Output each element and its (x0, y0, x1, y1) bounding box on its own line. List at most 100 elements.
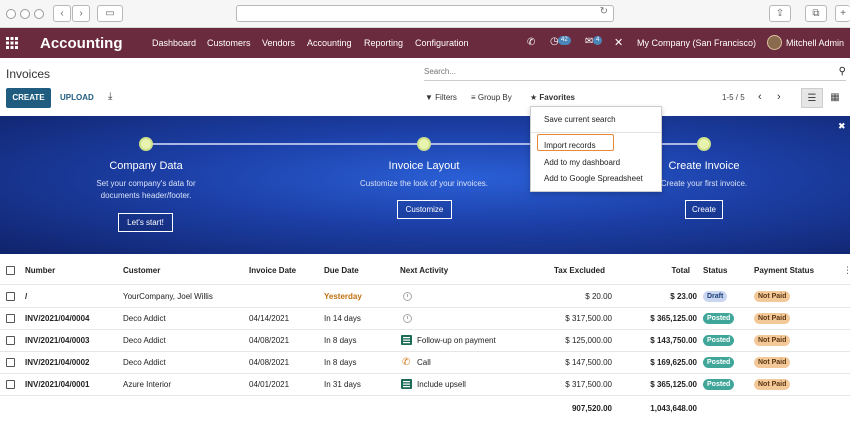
menu-configuration[interactable]: Configuration (415, 38, 469, 48)
browser-chrome: ‹ › ▭ ↻ ⇪ ⧉ + (0, 0, 850, 28)
cell-total: $ 365,125.00 (650, 314, 697, 323)
new-tab-icon[interactable]: + (835, 5, 850, 22)
status-badge: Posted (703, 335, 735, 346)
cell-due-date: Yesterday (324, 292, 362, 301)
kanban-view-icon[interactable]: ▦ (824, 88, 846, 108)
list-icon[interactable] (401, 335, 412, 345)
col-status[interactable]: Status (703, 266, 727, 275)
cell-number[interactable]: / (25, 292, 27, 301)
row-checkbox[interactable] (6, 314, 15, 323)
banner-close-icon[interactable]: ✖ (838, 121, 846, 132)
favorites-dropdown: Save current search Import records Add t… (530, 106, 662, 192)
total-amount: 1,043,648.00 (650, 404, 697, 413)
row-checkbox[interactable] (6, 358, 15, 367)
menu-accounting[interactable]: Accounting (307, 38, 352, 48)
col-due-date[interactable]: Due Date (324, 266, 359, 275)
search-bar: ⚲ (424, 64, 846, 81)
search-icon[interactable]: ⚲ (839, 66, 846, 77)
menu-reporting[interactable]: Reporting (364, 38, 403, 48)
col-total[interactable]: Total (600, 266, 690, 275)
activity-clock-icon[interactable] (403, 314, 412, 323)
list-icon[interactable] (401, 379, 412, 389)
avatar[interactable] (767, 35, 782, 50)
row-checkbox[interactable] (6, 380, 15, 389)
group-by-button[interactable]: ≡ Group By (471, 93, 512, 102)
col-tax-excluded[interactable]: Tax Excluded (515, 266, 605, 275)
status-badge: Posted (703, 379, 735, 390)
list-view-icon[interactable]: ☰ (801, 88, 823, 108)
reload-icon[interactable]: ↻ (600, 6, 608, 17)
cell-invoice-date: 04/01/2021 (249, 380, 290, 389)
cell-number[interactable]: INV/2021/04/0001 (25, 380, 90, 389)
customize-button[interactable]: Customize (397, 200, 452, 219)
window-minimize-icon[interactable] (20, 9, 30, 19)
col-invoice-date[interactable]: Invoice Date (249, 266, 296, 275)
cell-next-activity[interactable]: Include upsell (417, 380, 466, 389)
window-close-icon[interactable] (6, 9, 16, 19)
close-x-icon[interactable]: ✕ (614, 36, 623, 49)
row-divider (0, 351, 850, 352)
cell-tax-excluded: $ 20.00 (585, 292, 612, 301)
create-invoice-button[interactable]: Create (685, 200, 723, 219)
upload-button[interactable]: UPLOAD (60, 93, 94, 102)
cell-tax-excluded: $ 317,500.00 (565, 380, 612, 389)
phone-icon[interactable]: ✆ (402, 357, 410, 368)
download-icon[interactable]: ⤓ (108, 91, 112, 102)
menu-dashboard[interactable]: Dashboard (152, 38, 196, 48)
pager-next-icon[interactable]: › (777, 91, 781, 103)
dd-save-current-search[interactable]: Save current search (544, 115, 616, 124)
cell-next-activity[interactable]: Call (417, 358, 431, 367)
col-payment-status[interactable]: Payment Status (754, 266, 814, 275)
cell-invoice-date: 04/08/2021 (249, 358, 290, 367)
col-number[interactable]: Number (25, 266, 55, 275)
total-tax-excluded: 907,520.00 (571, 404, 612, 413)
select-all-checkbox[interactable] (6, 266, 15, 275)
user-menu[interactable]: Mitchell Admin (786, 38, 844, 48)
apps-grid-icon[interactable] (6, 37, 18, 49)
share-icon[interactable]: ⇪ (769, 5, 791, 22)
cell-invoice-date: 04/14/2021 (249, 314, 290, 323)
dd-separator (531, 132, 661, 133)
tabs-icon[interactable]: ⧉ (805, 5, 827, 22)
menu-vendors[interactable]: Vendors (262, 38, 295, 48)
cell-total: $ 365,125.00 (650, 380, 697, 389)
create-button[interactable]: CREATE (6, 88, 51, 108)
col-next-activity[interactable]: Next Activity (400, 266, 448, 275)
dd-add-to-google-spreadsheet[interactable]: Add to Google Spreadsheet (544, 174, 643, 183)
cell-total: $ 143,750.00 (650, 336, 697, 345)
row-checkbox[interactable] (6, 336, 15, 345)
company-switcher[interactable]: My Company (San Francisco) (637, 38, 756, 48)
top-navbar: Accounting Dashboard Customers Vendors A… (0, 28, 850, 58)
pager-prev-icon[interactable]: ‹ (758, 91, 762, 103)
optional-columns-icon[interactable]: ⋮ (843, 265, 850, 276)
row-checkbox[interactable] (6, 292, 15, 301)
filters-button[interactable]: ▼ Filters (425, 93, 457, 102)
forward-arrow-icon[interactable]: › (72, 5, 90, 22)
payment-status-badge: Not Paid (754, 357, 791, 368)
sidebar-toggle-icon[interactable]: ▭ (97, 5, 123, 22)
cell-next-activity[interactable]: Follow-up on payment (417, 336, 496, 345)
activity-clock-icon[interactable] (403, 292, 412, 301)
star-icon: ★ (530, 93, 538, 102)
app-title[interactable]: Accounting (40, 35, 123, 52)
back-arrow-icon[interactable]: ‹ (53, 5, 71, 22)
address-bar[interactable]: ↻ (236, 5, 614, 22)
step-title-company: Company Data (109, 160, 183, 172)
cell-number[interactable]: INV/2021/04/0004 (25, 314, 90, 323)
phone-icon[interactable]: ✆ (527, 37, 535, 48)
cell-number[interactable]: INV/2021/04/0003 (25, 336, 90, 345)
dd-import-records[interactable]: Import records (544, 141, 596, 150)
window-zoom-icon[interactable] (34, 9, 44, 19)
cell-tax-excluded: $ 317,500.00 (565, 314, 612, 323)
lets-start-button[interactable]: Let's start! (118, 213, 173, 232)
menu-customers[interactable]: Customers (207, 38, 251, 48)
pager-value[interactable]: 1-5 / 5 (722, 93, 745, 102)
cell-number[interactable]: INV/2021/04/0002 (25, 358, 90, 367)
cell-due-date: In 8 days (324, 336, 357, 345)
favorites-button[interactable]: ★ Favorites (530, 93, 575, 102)
row-divider (0, 395, 850, 396)
dd-add-to-dashboard[interactable]: Add to my dashboard (544, 158, 620, 167)
filter-icon: ▼ (425, 93, 433, 102)
col-customer[interactable]: Customer (123, 266, 160, 275)
search-input[interactable] (424, 64, 824, 79)
